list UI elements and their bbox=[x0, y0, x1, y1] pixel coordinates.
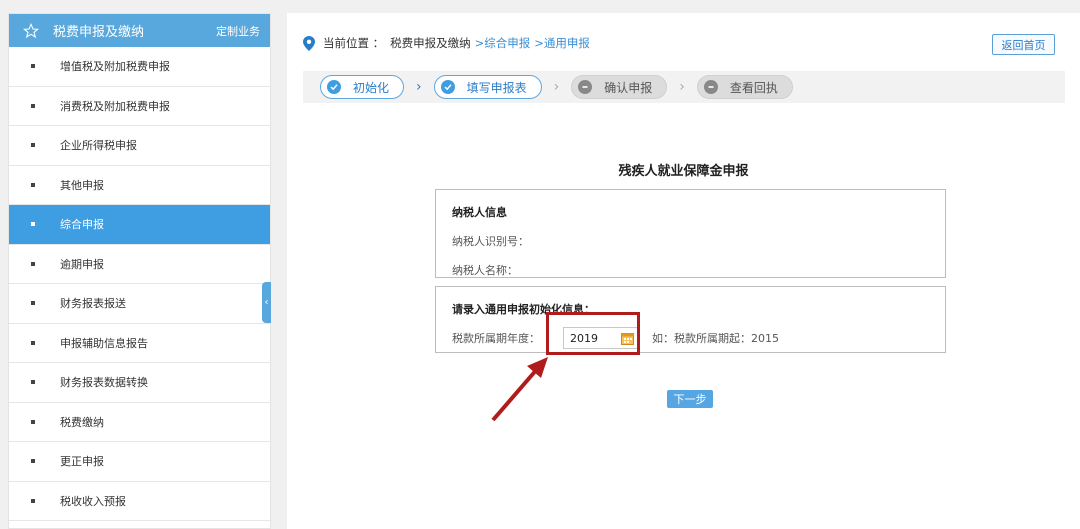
annotation-arrow-icon bbox=[491, 357, 548, 422]
